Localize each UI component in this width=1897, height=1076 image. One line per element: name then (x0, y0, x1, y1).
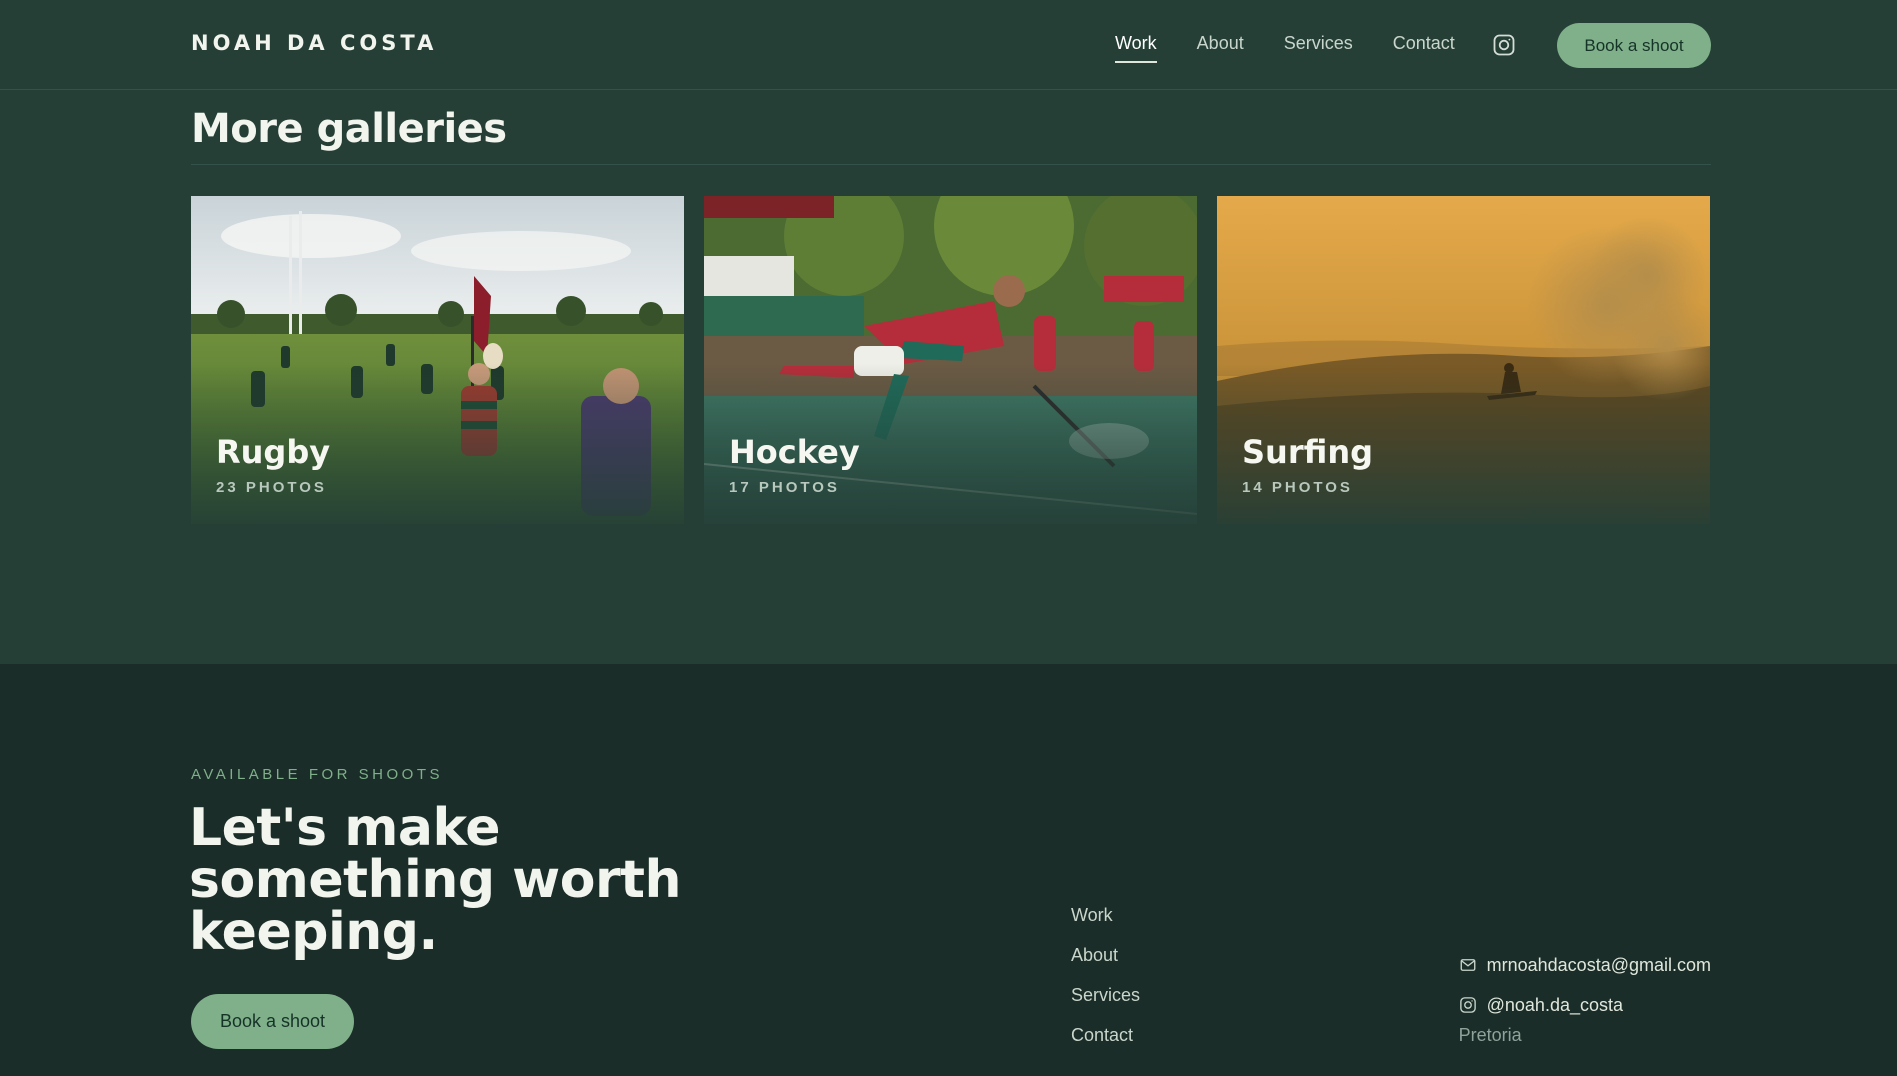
brand-logo[interactable]: NOAH DA COSTA (191, 31, 437, 55)
gallery-name: Surfing (1242, 433, 1374, 471)
site-footer: AVAILABLE FOR SHOOTS Let's make somethin… (0, 664, 1897, 1076)
location-text: Pretoria (1458, 1025, 1522, 1045)
gallery-name: Rugby (216, 433, 331, 471)
gallery-count: 23 PHOTOS (216, 479, 327, 496)
footer-link-work[interactable]: Work (1071, 905, 1140, 945)
footer-link-about[interactable]: About (1071, 945, 1140, 985)
gallery-card-hockey[interactable]: Hockey 17 PHOTOS (704, 196, 1197, 524)
title-divider (191, 164, 1711, 165)
footer-nav: Work About Services Contact (1071, 905, 1140, 1065)
gallery-count: 14 PHOTOS (1242, 479, 1353, 496)
instagram-icon (1459, 997, 1476, 1013)
nav-work[interactable]: Work (1115, 33, 1157, 63)
footer-link-contact[interactable]: Contact (1071, 1025, 1140, 1065)
gallery-count: 17 PHOTOS (729, 479, 840, 496)
email-link[interactable]: mrnoahdacosta@gmail.com (1459, 945, 1711, 985)
galleries-title: More galleries (191, 106, 507, 152)
site-header: NOAH DA COSTA Work About Services Contac… (0, 0, 1897, 90)
gallery-name: Hockey (729, 433, 860, 471)
footer-book-shoot-button[interactable]: Book a shoot (191, 994, 354, 1049)
nav-contact[interactable]: Contact (1393, 33, 1455, 54)
mail-icon (1460, 959, 1476, 971)
book-shoot-button[interactable]: Book a shoot (1557, 23, 1711, 68)
instagram-handle: @noah.da_costa (1486, 994, 1623, 1015)
email-text: mrnoahdacosta@gmail.com (1486, 954, 1711, 975)
footer-link-services[interactable]: Services (1071, 985, 1140, 1025)
gallery-card-rugby[interactable]: Rugby 23 PHOTOS (191, 196, 684, 524)
footer-headline: Let's make something worth keeping. (189, 798, 681, 962)
main-nav: Work About Services Contact (1115, 33, 1495, 63)
instagram-link[interactable]: @noah.da_costa (1459, 985, 1623, 1025)
availability-eyebrow: AVAILABLE FOR SHOOTS (191, 766, 443, 783)
nav-about[interactable]: About (1197, 33, 1244, 54)
footer-contact: mrnoahdacosta@gmail.com @noah.da_costa P… (1459, 945, 1711, 1065)
gallery-card-surfing[interactable]: Surfing 14 PHOTOS (1217, 196, 1710, 524)
nav-services[interactable]: Services (1284, 33, 1353, 54)
instagram-icon[interactable] (1492, 33, 1516, 57)
